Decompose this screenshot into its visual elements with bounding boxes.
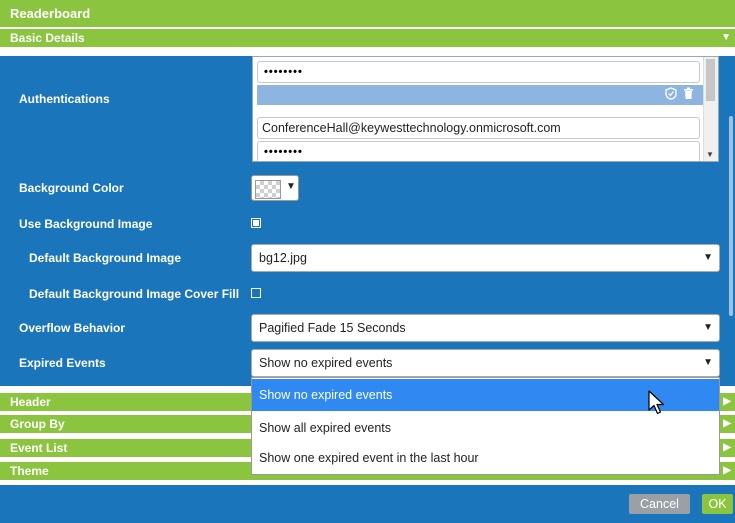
section-basic-details[interactable]: Basic Details ▼	[0, 29, 735, 47]
chevron-down-icon: ▼	[703, 252, 713, 263]
use-background-image-label: Use Background Image	[19, 217, 153, 231]
scroll-down-icon[interactable]: ▼	[706, 150, 714, 159]
default-background-image-value: bg12.jpg	[259, 251, 307, 265]
dropdown-option[interactable]: Show one expired event in the last hour	[252, 442, 719, 474]
expired-events-value: Show no expired events	[259, 356, 393, 370]
background-color-picker[interactable]: ▼	[251, 175, 299, 201]
default-background-image-select[interactable]: bg12.jpg ▼	[251, 244, 720, 272]
section-group-by-label: Group By	[10, 417, 65, 431]
shield-icon[interactable]	[665, 87, 677, 103]
cover-fill-label: Default Background Image Cover Fill	[29, 287, 240, 301]
overflow-behavior-select[interactable]: Pagified Fade 15 Seconds ▼	[251, 314, 720, 342]
authentications-label: Authentications	[19, 92, 110, 106]
section-header-label: Header	[10, 395, 51, 409]
mouse-pointer-icon	[648, 390, 666, 421]
trash-icon[interactable]	[683, 87, 694, 103]
chevron-down-icon: ▼	[703, 322, 713, 333]
cover-fill-checkbox[interactable]	[251, 288, 261, 298]
readerboard-dialog: Readerboard Basic Details ▼ Authenticati…	[0, 0, 735, 523]
password-field-2[interactable]: ••••••••	[257, 141, 700, 161]
triangle-right-icon: ▶	[723, 442, 731, 453]
transparent-swatch	[255, 180, 281, 199]
default-background-image-label: Default Background Image	[29, 251, 182, 265]
dialog-footer	[0, 485, 735, 523]
section-basic-details-label: Basic Details	[10, 31, 85, 45]
background-color-label: Background Color	[19, 181, 124, 195]
expired-events-select[interactable]: Show no expired events ▼	[251, 349, 720, 377]
use-background-image-checkbox[interactable]	[251, 218, 261, 228]
ok-button[interactable]: OK	[702, 494, 733, 514]
triangle-down-icon: ▼	[721, 32, 731, 43]
window-title: Readerboard	[0, 0, 735, 27]
cancel-button[interactable]: Cancel	[629, 494, 690, 514]
email-field[interactable]: ConferenceHall@keywesttechnology.onmicro…	[257, 117, 700, 139]
overflow-behavior-label: Overflow Behavior	[19, 321, 126, 335]
authentication-toolbar	[257, 85, 703, 105]
expired-events-label: Expired Events	[19, 356, 106, 370]
triangle-right-icon: ▶	[723, 418, 731, 429]
overflow-behavior-value: Pagified Fade 15 Seconds	[259, 321, 406, 335]
chevron-down-icon: ▼	[286, 181, 296, 192]
section-event-list-label: Event List	[10, 441, 68, 455]
section-theme-label: Theme	[10, 464, 49, 478]
password-field-1[interactable]: ••••••••	[257, 61, 700, 83]
panel-scrollbar[interactable]	[728, 56, 735, 386]
chevron-down-icon: ▼	[703, 357, 713, 368]
triangle-right-icon: ▶	[723, 465, 731, 476]
authentications-list[interactable]: •••••••• ConferenceHall@keywesttechnolog…	[252, 56, 719, 162]
authentications-scrollbar[interactable]: ▼	[703, 57, 718, 161]
triangle-right-icon: ▶	[723, 396, 731, 407]
